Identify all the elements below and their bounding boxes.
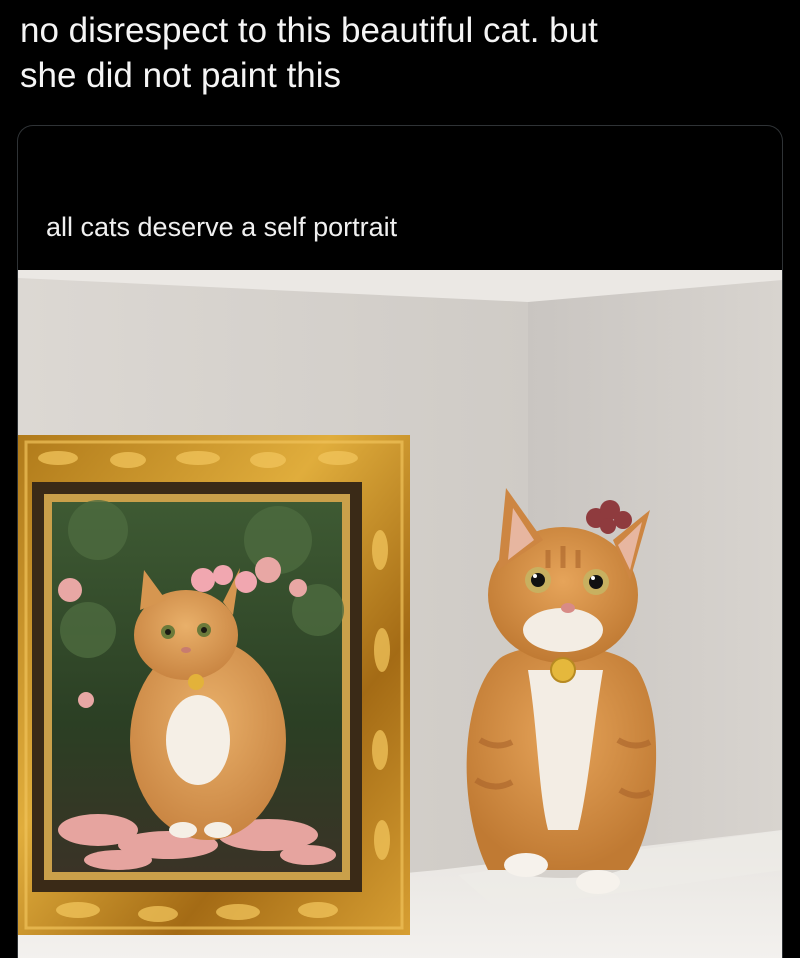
quoted-post-image[interactable] [18, 270, 782, 958]
post-text: no disrespect to this beautiful cat. but… [20, 11, 598, 95]
quoted-post-card[interactable]: all cats deserve a self portrait [17, 125, 783, 958]
quoted-post-text: all cats deserve a self portrait [46, 212, 398, 242]
